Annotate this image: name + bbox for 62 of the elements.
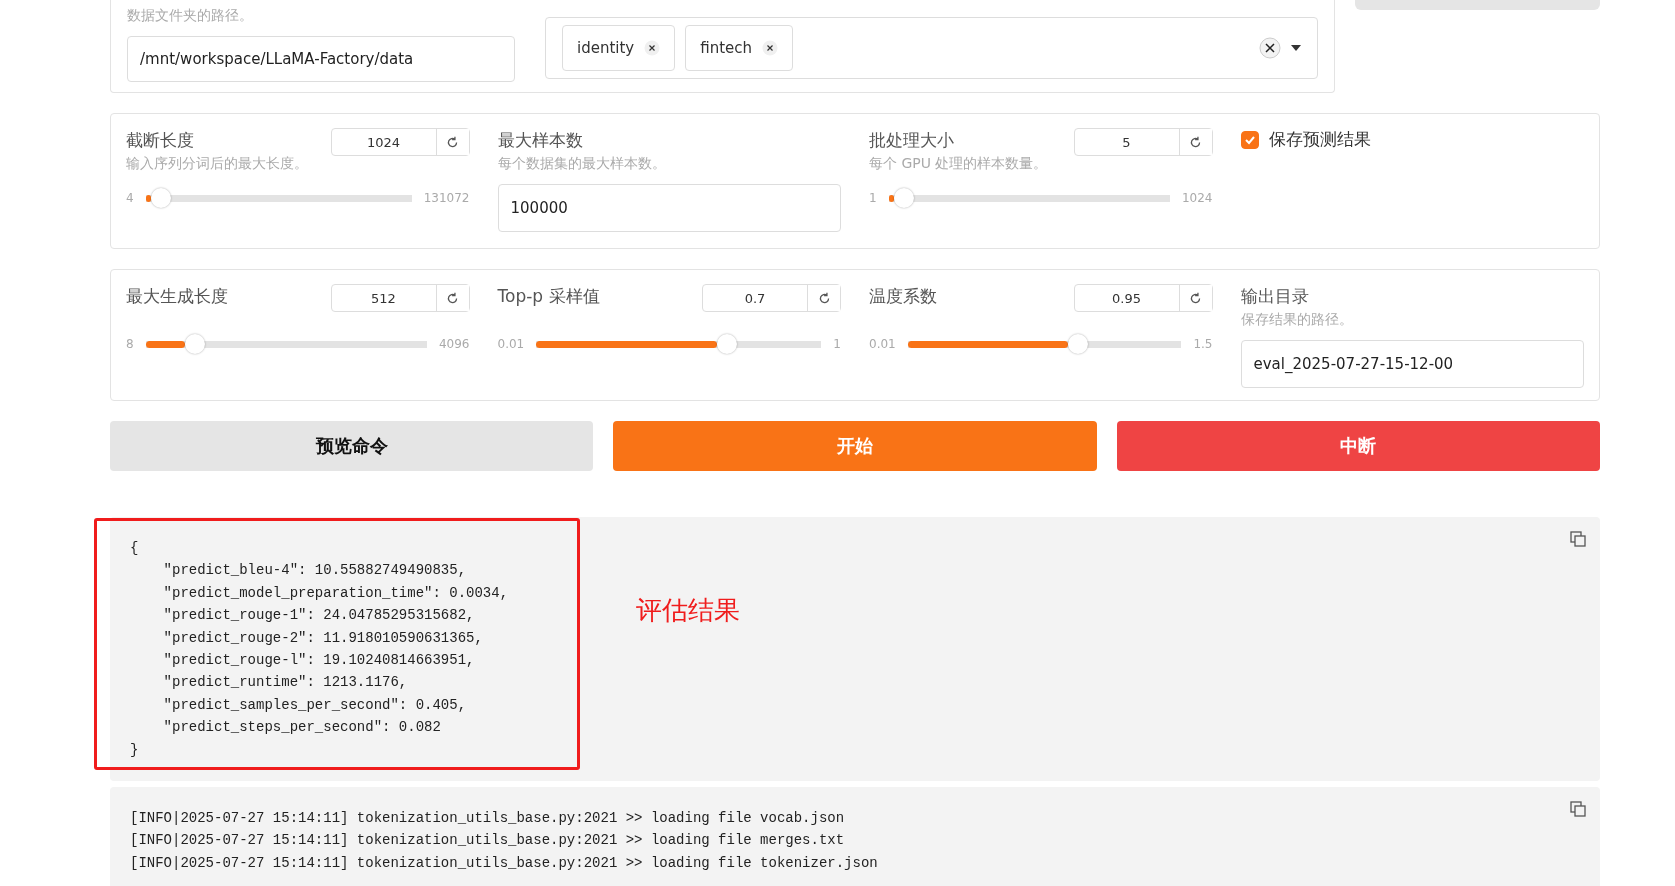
- slider-min: 1: [869, 191, 877, 205]
- field-label: 最大样本数: [497, 129, 584, 152]
- action-button[interactable]: 预览命令: [110, 421, 594, 471]
- field-label: Top-p 采样值: [497, 285, 600, 308]
- reset-icon[interactable]: [1189, 291, 1202, 305]
- slider-max: 131072: [423, 191, 470, 205]
- code-line: "predict_model_preparation_time": 0.0034,: [162, 583, 509, 603]
- field-hint: 数据文件夹的路径。: [127, 6, 254, 25]
- reset-icon[interactable]: [817, 291, 831, 305]
- reset-icon[interactable]: [446, 291, 459, 305]
- log-line: [INFO|2025-07-27 15:14:11] tokenization_utils_base.py:2021 >> loading file tokenizer.json: [130, 853, 878, 873]
- code-line: }: [130, 740, 139, 760]
- remove-icon[interactable]: [644, 40, 661, 56]
- slider-max: 4096: [438, 337, 470, 351]
- code-line: "predict_rouge-2": 11.918010590631365,: [162, 628, 483, 648]
- slider-thumb[interactable]: [150, 188, 171, 208]
- code-line: "predict_bleu-4": 10.55882749490835,: [162, 561, 467, 581]
- dataset-select[interactable]: identity fintech: [545, 17, 1319, 79]
- field-hint: 每个 GPU 处理的样本数量。: [869, 154, 1048, 173]
- slider-max: 1: [833, 337, 841, 351]
- field-hint: 保存结果的路径。: [1240, 310, 1354, 329]
- code-line: "predict_steps_per_second": 0.082: [162, 718, 441, 738]
- caret-icon[interactable]: [1291, 45, 1302, 51]
- field-label: 截断长度: [126, 129, 195, 152]
- annotation-label: 评估结果: [636, 594, 740, 627]
- log-line: [INFO|2025-07-27 15:14:11] tokenization_utils_base.py:2021 >> loading file merges.txt: [130, 831, 845, 851]
- slider-thumb[interactable]: [716, 334, 737, 354]
- log-line: [INFO|2025-07-27 15:14:11] tokenization_utils_base.py:2021 >> loading file vocab.json: [130, 809, 845, 828]
- tag-label: fintech: [700, 39, 753, 57]
- slider-min: 0.01: [869, 337, 896, 351]
- code-line: "predict_runtime": 1213.1176,: [162, 673, 408, 693]
- slider-thumb[interactable]: [184, 334, 205, 354]
- slider-thumb[interactable]: [893, 188, 914, 208]
- reset-icon[interactable]: [1189, 135, 1202, 149]
- slider-min: 8: [126, 337, 134, 351]
- field-label: 最大生成长度: [126, 285, 228, 308]
- text-input[interactable]: eval_2025-07-27-15-12-00: [1240, 340, 1584, 388]
- code-line: "predict_rouge-l": 19.10240814663951,: [162, 651, 475, 671]
- text-input[interactable]: 100000: [497, 184, 841, 232]
- copy-icon[interactable]: [1570, 801, 1586, 817]
- slider-thumb[interactable]: [1067, 334, 1088, 354]
- tag-label: identity: [577, 39, 635, 57]
- clear-icon[interactable]: [1259, 37, 1282, 59]
- field-hint: 每个数据集的最大样本数。: [497, 154, 667, 173]
- copy-icon[interactable]: [1570, 531, 1586, 547]
- field-label: 温度系数: [869, 285, 937, 308]
- field-hint: 输入序列分词后的最大长度。: [126, 154, 308, 173]
- field-label: 输出目录: [1240, 285, 1310, 308]
- code-line: "predict_rouge-1": 24.04785295315682,: [162, 606, 475, 626]
- checkbox[interactable]: [1240, 130, 1259, 149]
- slider-max: 1.5: [1193, 337, 1213, 351]
- code-line: "predict_samples_per_second": 0.405,: [162, 695, 467, 715]
- slider-min: 0.01: [497, 337, 525, 351]
- slider-min: 4: [126, 191, 134, 205]
- text-input[interactable]: /mnt/workspace/LLaMA-Factory/data: [127, 36, 515, 82]
- remove-icon[interactable]: [762, 40, 779, 56]
- slider-max: 1024: [1181, 191, 1213, 205]
- code-line: {: [130, 539, 139, 558]
- checkbox-label: 保存预测结果: [1268, 128, 1371, 151]
- reset-icon[interactable]: [446, 135, 459, 149]
- field-label: 批处理大小: [869, 129, 955, 152]
- action-button[interactable]: 中断: [1116, 421, 1600, 471]
